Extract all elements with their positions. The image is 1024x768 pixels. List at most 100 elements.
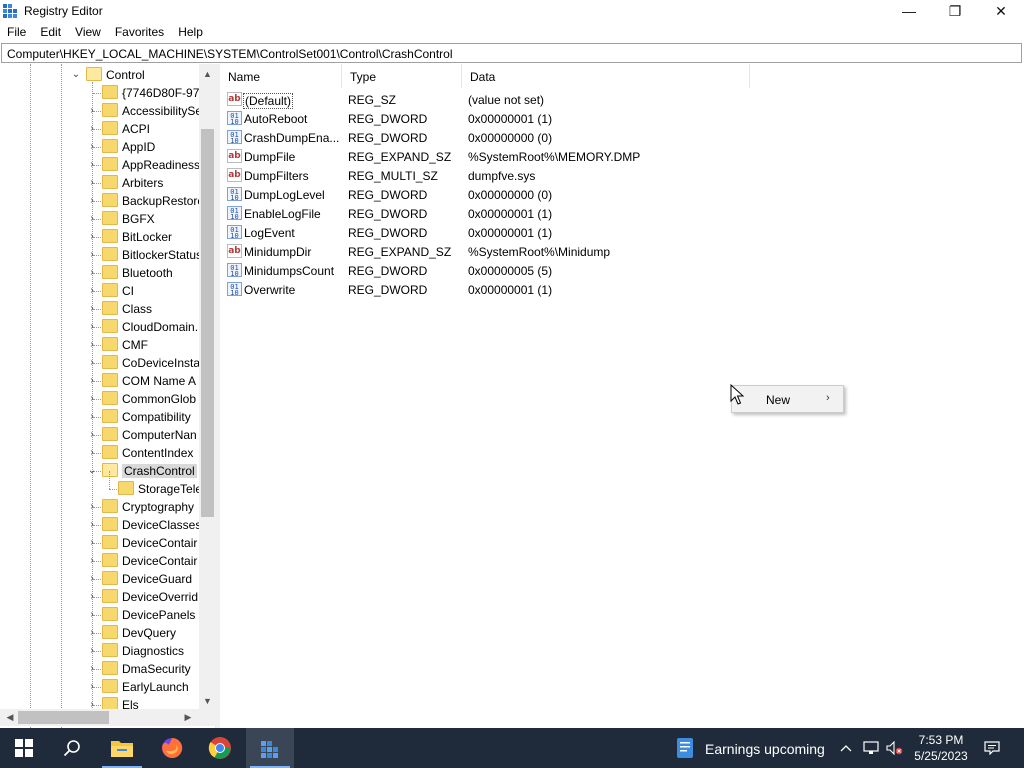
chevron-right-icon[interactable]: › xyxy=(87,501,97,513)
tree-item[interactable]: › DeviceGuard xyxy=(0,570,200,588)
news-and-interests-widget[interactable]: Earnings upcoming xyxy=(672,728,832,768)
chevron-right-icon[interactable]: › xyxy=(87,141,97,153)
menu-favorites[interactable]: Favorites xyxy=(108,22,171,42)
title-bar[interactable]: Registry Editor — ❐ ✕ xyxy=(0,0,1024,22)
tree-vertical-scrollbar[interactable]: ▲ ▼ xyxy=(199,64,216,709)
tree-item[interactable]: › Cryptography xyxy=(0,498,200,516)
tree-item[interactable]: › CI xyxy=(0,282,200,300)
chevron-right-icon[interactable]: › xyxy=(87,645,97,657)
menu-edit[interactable]: Edit xyxy=(33,22,68,42)
tree-item[interactable]: › DeviceContair xyxy=(0,534,200,552)
chevron-right-icon[interactable]: › xyxy=(87,609,97,621)
chevron-right-icon[interactable]: › xyxy=(87,663,97,675)
chevron-right-icon[interactable]: › xyxy=(87,393,97,405)
chevron-right-icon[interactable]: › xyxy=(87,177,97,189)
notifications-icon[interactable] xyxy=(978,728,1006,768)
minimize-button[interactable]: — xyxy=(886,0,932,22)
chevron-right-icon[interactable]: › xyxy=(87,555,97,567)
chevron-right-icon[interactable]: › xyxy=(87,195,97,207)
chevron-right-icon[interactable]: › xyxy=(87,429,97,441)
tree-item[interactable]: › BitlockerStatus xyxy=(0,246,202,264)
scroll-left-icon[interactable]: ◀ xyxy=(2,709,18,726)
tree-item[interactable]: StorageTele xyxy=(0,471,202,498)
chevron-right-icon[interactable]: › xyxy=(87,159,97,171)
chevron-right-icon[interactable]: › xyxy=(87,105,97,117)
tree-item[interactable]: › ComputerNan xyxy=(0,426,200,444)
scroll-down-icon[interactable]: ▼ xyxy=(199,693,216,709)
tree-item[interactable]: › AppID xyxy=(0,138,200,156)
tree-item[interactable]: › EarlyLaunch xyxy=(0,678,200,696)
value-row[interactable]: 01 10 EnableLogFile REG_DWORD 0x00000001 (1… xyxy=(220,204,780,223)
system-clock[interactable]: 7:53 PM 5/25/2023 xyxy=(906,732,976,764)
chevron-right-icon[interactable]: › xyxy=(87,249,97,261)
volume-muted-icon[interactable] xyxy=(884,728,906,768)
chevron-right-icon[interactable]: › xyxy=(87,321,97,333)
chevron-down-icon[interactable]: ⌄ xyxy=(87,465,97,477)
chevron-right-icon[interactable]: › xyxy=(87,231,97,243)
menu-file[interactable]: File xyxy=(0,22,33,42)
chevron-right-icon[interactable]: › xyxy=(87,285,97,297)
tree-item[interactable]: › COM Name A xyxy=(0,372,200,390)
tree-item[interactable]: › BitLocker xyxy=(0,228,200,246)
column-header-type[interactable]: Type xyxy=(342,64,462,88)
registry-editor-taskbar-button[interactable] xyxy=(246,728,294,768)
value-row[interactable]: 01 10 LogEvent REG_DWORD 0x00000001 (1) xyxy=(220,223,780,242)
file-explorer-button[interactable] xyxy=(98,728,146,768)
tree-item[interactable]: ⌄ CrashControl xyxy=(0,462,200,480)
tree-item[interactable]: › BGFX xyxy=(0,210,200,228)
chevron-right-icon[interactable]: › xyxy=(87,375,97,387)
tree-item[interactable]: › AppReadiness xyxy=(0,156,200,174)
chevron-right-icon[interactable]: › xyxy=(87,267,97,279)
value-row[interactable]: 01 10 AutoReboot REG_DWORD 0x00000001 (1) xyxy=(220,109,780,128)
chevron-right-icon[interactable]: › xyxy=(87,339,97,351)
chevron-right-icon[interactable]: › xyxy=(87,411,97,423)
tree-item[interactable]: › DeviceOverrid xyxy=(0,588,200,606)
chevron-right-icon[interactable]: › xyxy=(87,591,97,603)
tree-item[interactable]: › BackupRestore xyxy=(0,192,204,210)
tree-item[interactable]: › DevicePanels xyxy=(0,606,200,624)
chevron-down-icon[interactable]: ⌄ xyxy=(71,69,81,81)
chevron-right-icon[interactable]: › xyxy=(87,627,97,639)
value-row[interactable]: ab DumpFilters REG_MULTI_SZ dumpfve.sys xyxy=(220,166,780,185)
value-row[interactable]: ab (Default) REG_SZ (value not set) xyxy=(220,90,780,109)
tree-item[interactable]: › DeviceContair xyxy=(0,552,200,570)
column-header-name[interactable]: Name xyxy=(220,64,342,88)
tree-item[interactable]: › CoDeviceInsta xyxy=(0,354,200,372)
scroll-thumb[interactable] xyxy=(18,711,109,724)
chevron-right-icon[interactable]: › xyxy=(87,303,97,315)
tree-item[interactable]: › AccessibilitySe xyxy=(0,102,202,120)
tree-item[interactable]: › Arbiters xyxy=(0,174,200,192)
menu-help[interactable]: Help xyxy=(171,22,210,42)
scroll-up-icon[interactable]: ▲ xyxy=(199,66,216,82)
search-button[interactable] xyxy=(48,728,96,768)
tree-item[interactable]: › CommonGlob xyxy=(0,390,200,408)
tree-item[interactable]: › DevQuery xyxy=(0,624,200,642)
tree-horizontal-scrollbar[interactable]: ◀ ▶ xyxy=(0,709,216,726)
value-row[interactable]: 01 10 Overwrite REG_DWORD 0x00000001 (1) xyxy=(220,280,780,299)
value-row[interactable]: ab MinidumpDir REG_EXPAND_SZ %SystemRoot%\M… xyxy=(220,242,780,261)
value-row[interactable]: 01 10 DumpLogLevel REG_DWORD 0x00000000 (0) xyxy=(220,185,780,204)
tree-item[interactable]: › DmaSecurity xyxy=(0,660,200,678)
chevron-right-icon[interactable]: › xyxy=(87,213,97,225)
tree-item[interactable]: › Bluetooth xyxy=(0,264,200,282)
tree-item[interactable]: › Diagnostics xyxy=(0,642,200,660)
address-bar[interactable]: Computer\HKEY_LOCAL_MACHINE\SYSTEM\Contr… xyxy=(1,43,1022,63)
maximize-button[interactable]: ❐ xyxy=(932,0,978,22)
tree-item[interactable]: {7746D80F-97E xyxy=(0,84,207,102)
chevron-right-icon[interactable]: › xyxy=(87,357,97,369)
value-row[interactable]: 01 10 CrashDumpEna... REG_DWORD 0x00000000 … xyxy=(220,128,780,147)
start-button[interactable] xyxy=(0,728,48,768)
chevron-right-icon[interactable]: › xyxy=(87,681,97,693)
context-menu-item-new[interactable]: New › xyxy=(734,388,841,410)
tree-item[interactable]: › Compatibility xyxy=(0,408,200,426)
network-icon[interactable] xyxy=(860,728,882,768)
tree-item[interactable]: › DeviceClasses xyxy=(0,516,201,534)
chevron-right-icon[interactable]: › xyxy=(87,519,97,531)
chevron-right-icon[interactable]: › xyxy=(87,447,97,459)
chevron-right-icon[interactable]: › xyxy=(87,573,97,585)
close-button[interactable]: ✕ xyxy=(978,0,1024,22)
scroll-thumb[interactable] xyxy=(201,129,214,517)
chevron-up-icon[interactable] xyxy=(836,728,856,768)
tree-item[interactable]: › Class xyxy=(0,300,200,318)
scroll-right-icon[interactable]: ▶ xyxy=(180,709,196,726)
